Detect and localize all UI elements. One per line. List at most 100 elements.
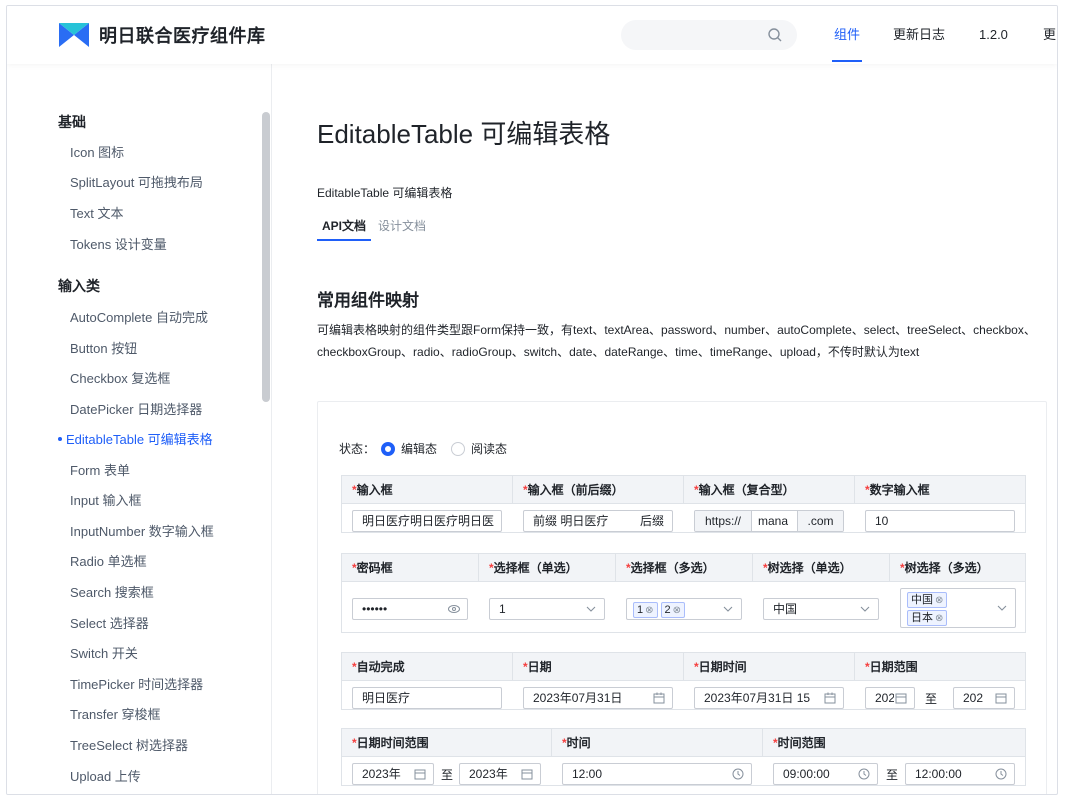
column-header: *输入框（前后缀） — [513, 476, 684, 504]
logo-icon — [59, 23, 89, 47]
sidebar-item-splitlayout[interactable]: SplitLayout 可拖拽布局 — [70, 172, 203, 191]
sidebar-item-icon[interactable]: Icon 图标 — [70, 142, 124, 161]
column-header: *时间范围 — [773, 736, 826, 750]
radio-read-label[interactable]: 阅读态 — [471, 440, 507, 457]
column-header: *数字输入框 — [865, 483, 930, 497]
app-window: 明日联合医疗组件库 组件 更新日志 1.2.0 更 基础 Icon 图标 Spl… — [6, 5, 1058, 795]
column-header: *选择框（多选） — [616, 554, 753, 582]
clock-icon — [858, 768, 870, 780]
table-header: *输入框 *输入框（前后缀） *输入框（复合型） *数字输入框 — [342, 476, 1025, 504]
sidebar-item-input[interactable]: Input 输入框 — [70, 490, 142, 509]
radio-edit[interactable] — [381, 441, 396, 456]
tab-design-doc[interactable]: 设计文档 — [373, 217, 431, 241]
chevron-down-icon — [586, 606, 596, 612]
multi-select[interactable]: 1 ⊗ 2 ⊗ — [626, 598, 742, 620]
sidebar-item-form[interactable]: Form 表单 — [70, 460, 130, 479]
sidebar-item-tokens[interactable]: Tokens 设计变量 — [70, 234, 167, 253]
number-input[interactable]: 10 — [865, 510, 1015, 532]
sidebar-group-basic: 基础 — [58, 114, 86, 130]
nav-components[interactable]: 组件 — [831, 6, 863, 64]
tree-select-single[interactable]: 中国 — [763, 598, 879, 620]
calendar-icon — [520, 767, 534, 781]
addon-after: .com — [797, 511, 843, 531]
sidebar-item-checkbox[interactable]: Checkbox 复选框 — [70, 368, 170, 387]
sidebar: 基础 Icon 图标 SplitLayout 可拖拽布局 Text 文本 Tok… — [7, 64, 272, 794]
sidebar-item-treeselect[interactable]: TreeSelect 树选择器 — [70, 735, 188, 754]
calendar-icon — [653, 692, 665, 704]
editable-table-4: *日期时间范围 *时间 *时间范围 2023年 至 2023年 12:00 09… — [341, 728, 1026, 786]
time-picker[interactable]: 12:00 — [562, 763, 752, 785]
main-content: EditableTable 可编辑表格 EditableTable 可编辑表格 … — [273, 64, 1057, 794]
column-header: *自动完成 — [342, 653, 513, 681]
calendar-icon — [894, 691, 908, 705]
chevron-down-icon — [860, 606, 870, 612]
date-picker[interactable]: 2023年07月31日 — [523, 687, 673, 709]
column-header: *日期范围 — [865, 660, 918, 674]
sidebar-item-datepicker[interactable]: DatePicker 日期选择器 — [70, 399, 202, 418]
sidebar-item-button[interactable]: Button 按钮 — [70, 338, 137, 357]
close-icon: ⊗ — [935, 594, 944, 606]
radio-edit-label[interactable]: 编辑态 — [401, 440, 437, 457]
compound-input[interactable]: https:// mana .com — [694, 510, 844, 532]
select-tag[interactable]: 中国 ⊗ — [907, 591, 948, 608]
datetime-range-start[interactable]: 2023年 — [352, 763, 434, 785]
sidebar-item-switch[interactable]: Switch 开关 — [70, 643, 138, 662]
sidebar-item-autocomplete[interactable]: AutoComplete 自动完成 — [70, 307, 208, 326]
sidebar-item-upload[interactable]: Upload 上传 — [70, 766, 141, 785]
table-header: *自动完成 *日期 *日期时间 *日期范围 — [342, 653, 1025, 681]
calendar-icon — [823, 691, 837, 705]
range-separator: 至 — [925, 692, 938, 706]
eye-icon[interactable] — [447, 602, 461, 616]
tree-select-multi[interactable]: 中国 ⊗ 日本 ⊗ — [900, 588, 1016, 628]
search-input[interactable] — [621, 20, 797, 50]
page-subtitle: EditableTable 可编辑表格 — [317, 186, 453, 200]
column-header: *日期时间 — [684, 653, 855, 681]
sidebar-item-search[interactable]: Search 搜索框 — [70, 582, 154, 601]
nav-changelog[interactable]: 更新日志 — [893, 6, 945, 64]
autocomplete-input[interactable]: 明日医疗 — [352, 687, 502, 709]
select-tag[interactable]: 1 ⊗ — [633, 601, 658, 618]
sidebar-item-inputnumber[interactable]: InputNumber 数字输入框 — [70, 521, 214, 540]
column-header: *时间 — [552, 729, 763, 757]
time-range-start[interactable]: 09:00:00 — [773, 763, 878, 785]
page-title: EditableTable 可编辑表格 — [317, 119, 611, 149]
section-title: 常用组件映射 — [317, 291, 419, 310]
sidebar-scrollbar[interactable] — [262, 112, 270, 402]
sidebar-item-select[interactable]: Select 选择器 — [70, 613, 149, 632]
sidebar-item-editabletable[interactable]: EditableTable 可编辑表格 — [58, 429, 213, 448]
column-header: *输入框（复合型） — [684, 476, 855, 504]
select-tag[interactable]: 日本 ⊗ — [907, 609, 948, 626]
sidebar-item-radio[interactable]: Radio 单选框 — [70, 551, 147, 570]
sidebar-item-text[interactable]: Text 文本 — [70, 203, 123, 222]
text-input[interactable]: 明日医疗明日医疗明日医 — [352, 510, 502, 532]
range-separator: 至 — [886, 768, 899, 782]
column-header: *选择框（单选） — [479, 554, 616, 582]
tab-api-doc[interactable]: API文档 — [317, 217, 372, 241]
close-icon: ⊗ — [672, 604, 682, 616]
date-range-start[interactable]: 202 — [865, 687, 915, 709]
column-header: *输入框 — [342, 476, 513, 504]
password-input[interactable]: •••••• — [352, 598, 468, 620]
date-range-end[interactable]: 202 — [953, 687, 1015, 709]
editable-table-1: *输入框 *输入框（前后缀） *输入框（复合型） *数字输入框 明日医疗明日医疗… — [341, 475, 1026, 533]
affix-input[interactable]: 前缀 明日医疗 后缀 — [523, 510, 673, 532]
column-header: *树选择（多选） — [900, 561, 989, 575]
radio-read[interactable] — [451, 441, 466, 456]
nav-more[interactable]: 更 — [1043, 6, 1056, 64]
datetime-range-end[interactable]: 2023年 — [459, 763, 541, 785]
datetime-picker[interactable]: 2023年07月31日 15 — [694, 687, 844, 709]
top-header: 明日联合医疗组件库 组件 更新日志 1.2.0 更 — [7, 6, 1057, 64]
nav-version[interactable]: 1.2.0 — [979, 6, 1008, 64]
editable-table-3: *自动完成 *日期 *日期时间 *日期范围 明日医疗 2023年07月31日 2… — [341, 652, 1026, 710]
single-select[interactable]: 1 — [489, 598, 605, 620]
time-range-end[interactable]: 12:00:00 — [905, 763, 1015, 785]
sidebar-item-transfer[interactable]: Transfer 穿梭框 — [70, 704, 161, 723]
select-tag[interactable]: 2 ⊗ — [660, 601, 686, 618]
active-dot — [58, 436, 62, 441]
chevron-down-icon — [723, 606, 733, 612]
brand-logo[interactable]: 明日联合医疗组件库 — [59, 22, 266, 48]
sidebar-item-timepicker[interactable]: TimePicker 时间选择器 — [70, 674, 203, 693]
range-separator: 至 — [441, 768, 454, 782]
section-description: 可编辑表格映射的组件类型跟Form保持一致，有text、textArea、pas… — [317, 323, 1036, 359]
state-radio-group: 状态： 编辑态 阅读态 — [339, 440, 515, 457]
